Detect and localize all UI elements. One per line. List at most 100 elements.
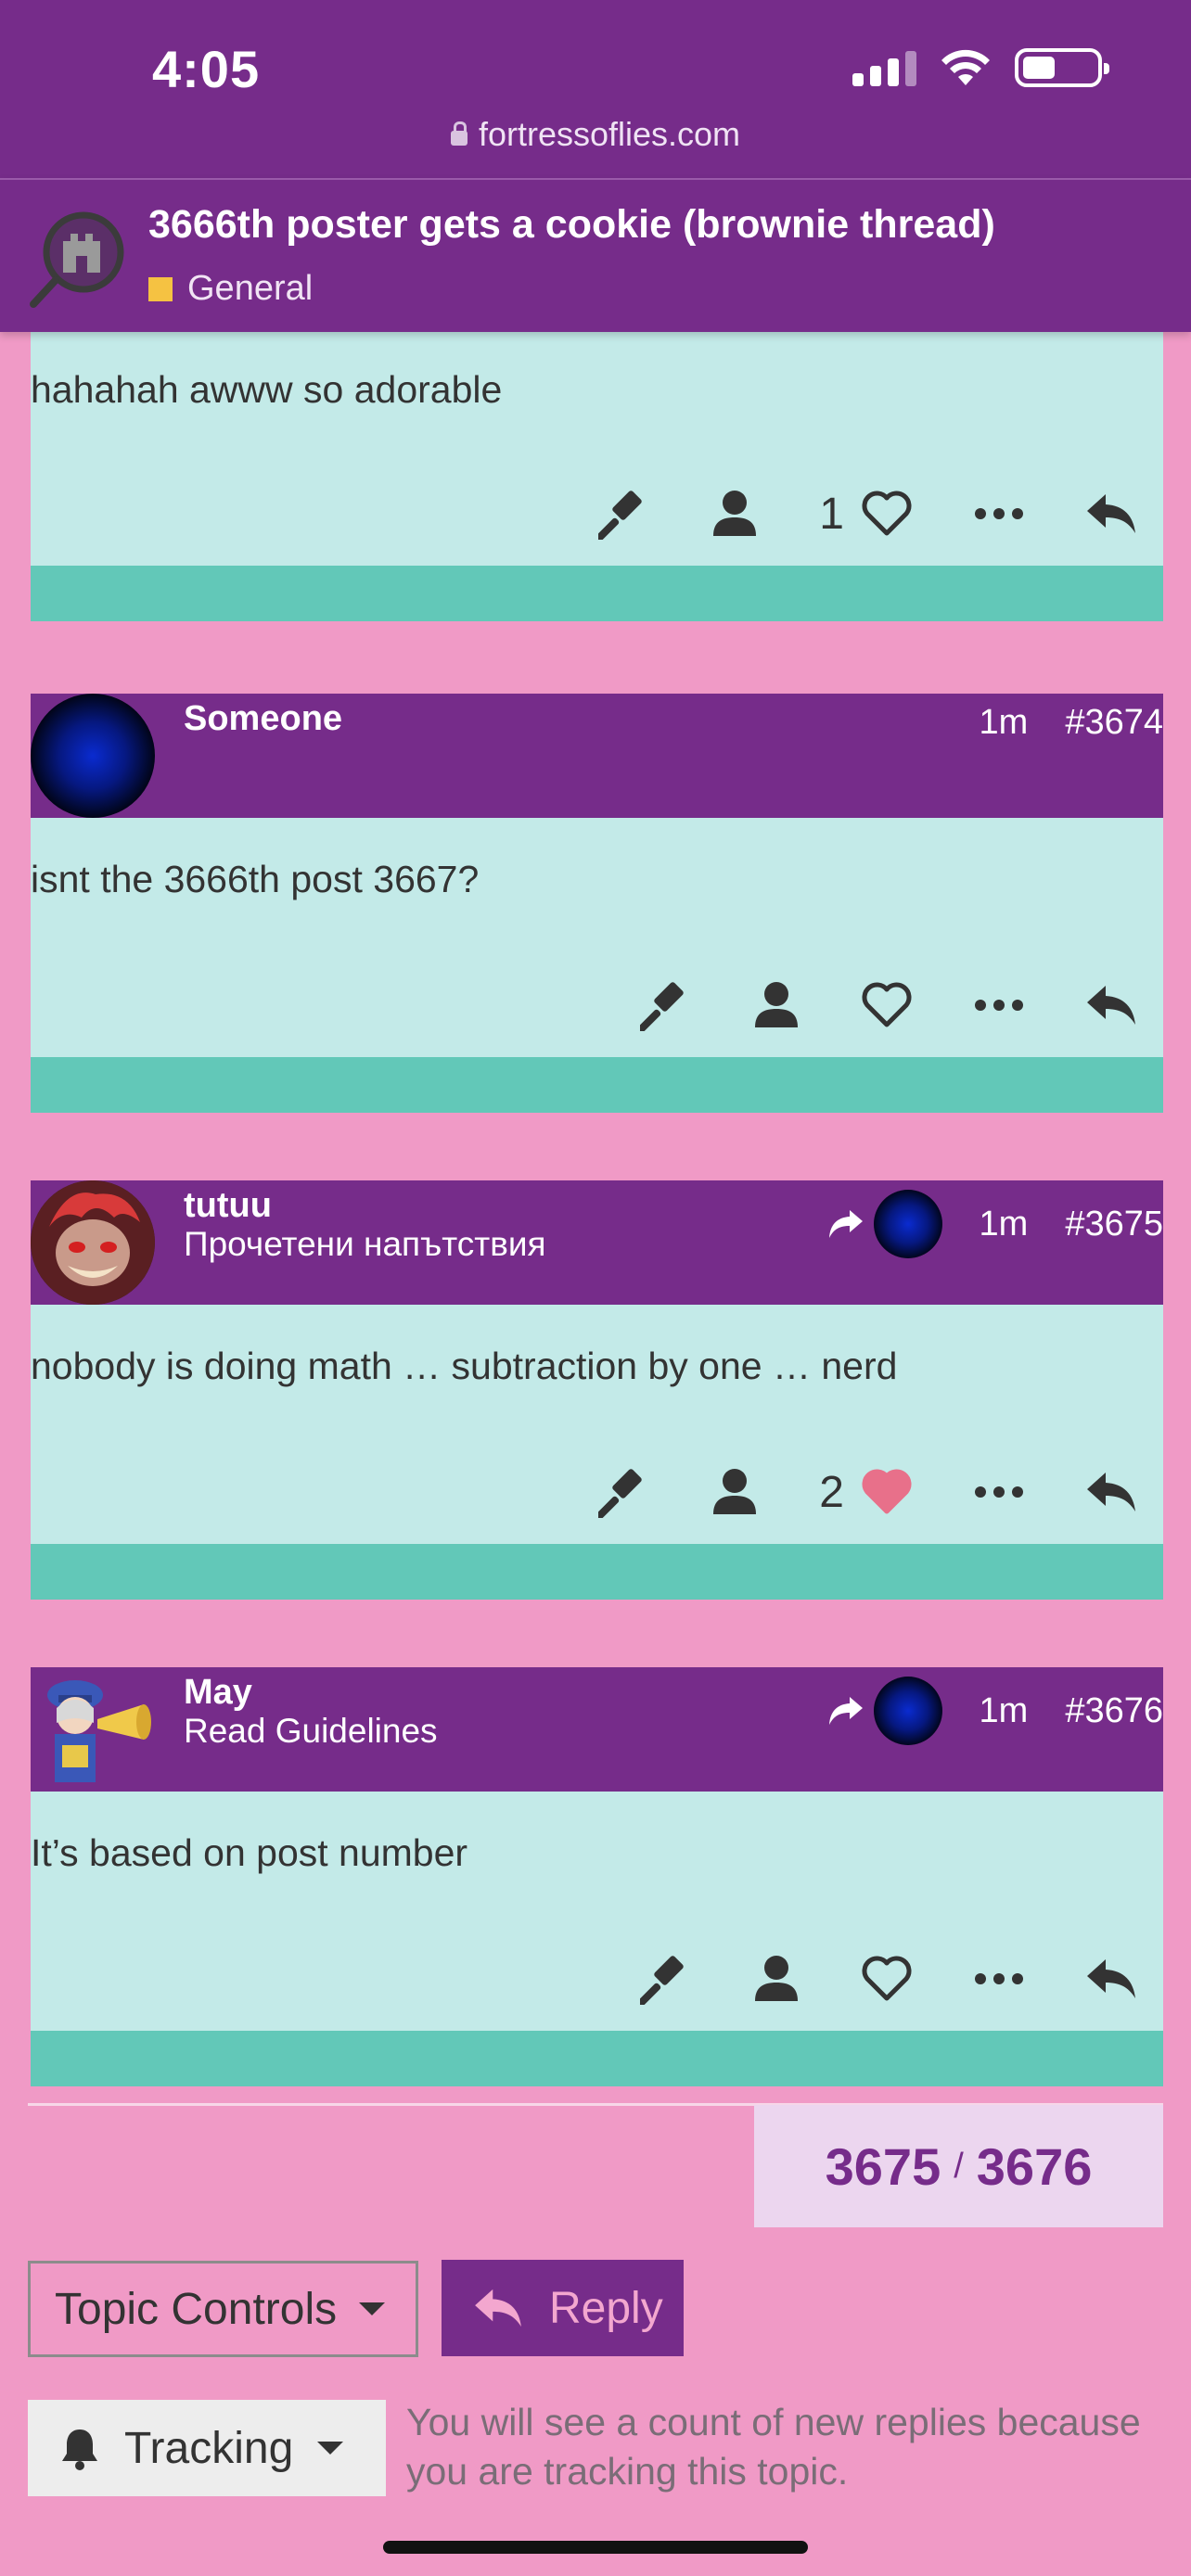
post: hahahah awww so adorable 1 (31, 332, 1163, 621)
wifi-icon (941, 49, 990, 85)
post-body: hahahah awww so adorable 1 (31, 332, 1163, 566)
post-header: May Read Guidelines 1m #3676 (31, 1667, 1163, 1792)
tracking-description: You will see a count of new replies beca… (406, 2401, 1141, 2493)
site-logo-icon[interactable] (28, 206, 132, 310)
post-time[interactable]: 1m (980, 1691, 1029, 1731)
more-icon (975, 1000, 1023, 1011)
reply-button[interactable] (1085, 492, 1137, 535)
address-bar[interactable]: fortressoflies.com (0, 115, 1191, 154)
topic-title[interactable]: 3666th poster gets a cookie (brownie thr… (148, 202, 995, 248)
like-button[interactable]: 1 (819, 489, 913, 540)
more-button[interactable] (974, 999, 1024, 1012)
post-meta: 1m #3675 (827, 1190, 1163, 1258)
heart-icon (862, 491, 912, 536)
reply-to-indicator[interactable] (827, 1677, 942, 1745)
post-number[interactable]: #3675 (1065, 1205, 1163, 1244)
reply-icon (475, 2289, 521, 2327)
more-button[interactable] (974, 1972, 1024, 1985)
gavel-icon (640, 1956, 684, 2005)
post-footer (31, 1057, 1163, 1113)
post-text: hahahah awww so adorable (31, 368, 503, 411)
post-actions (640, 979, 1137, 1031)
user-title: Прочетени напътствия (184, 1225, 546, 1263)
user-icon (755, 982, 798, 1027)
category-swatch (148, 276, 173, 301)
progress-current: 3675 (825, 2136, 941, 2196)
like-button[interactable]: 2 (819, 1467, 913, 1518)
post-number[interactable]: #3676 (1065, 1691, 1163, 1731)
chevron-down-icon (359, 2302, 386, 2315)
reply-button[interactable] (1085, 1471, 1137, 1513)
gavel-icon (598, 1469, 643, 1518)
user-button[interactable] (711, 1468, 758, 1516)
more-button[interactable] (974, 507, 1024, 520)
topic-category[interactable]: General (148, 269, 313, 309)
user-button[interactable] (753, 981, 800, 1029)
admin-button[interactable] (640, 1953, 692, 2005)
notification-level-button[interactable]: Tracking (28, 2400, 386, 2496)
home-indicator (383, 2541, 808, 2554)
post-actions (640, 1953, 1137, 2005)
post-meta: 1m #3676 (827, 1677, 1163, 1745)
username[interactable]: Someone (184, 699, 342, 739)
more-icon (975, 508, 1023, 519)
signal-icon (852, 49, 916, 86)
post-body: nobody is doing math … subtraction by on… (31, 1305, 1163, 1544)
topic-controls-button[interactable]: Topic Controls (28, 2261, 418, 2357)
username[interactable]: May (184, 1673, 252, 1713)
reply-button[interactable] (1085, 1958, 1137, 2000)
topic-header: 3666th poster gets a cookie (brownie thr… (0, 178, 1191, 332)
avatar[interactable] (31, 1667, 155, 1792)
post-time[interactable]: 1m (980, 703, 1029, 743)
status-time: 4:05 (152, 40, 261, 98)
reply-button[interactable] (1085, 984, 1137, 1027)
post-number[interactable]: #3674 (1065, 703, 1163, 743)
post-actions: 1 (598, 488, 1137, 540)
reply-icon (1087, 494, 1135, 533)
progress-total: 3676 (976, 2136, 1093, 2196)
reply-topic-button[interactable]: Reply (442, 2260, 684, 2356)
reply-label: Reply (549, 2283, 663, 2333)
more-button[interactable] (974, 1486, 1024, 1498)
post-footer (31, 1544, 1163, 1600)
progress-separator: / (954, 2146, 964, 2186)
post-time[interactable]: 1m (980, 1205, 1029, 1244)
post-actions: 2 (598, 1466, 1137, 1518)
more-icon (975, 1973, 1023, 1984)
post-footer (31, 566, 1163, 621)
reply-to-avatar (873, 1677, 942, 1745)
post-header: tutuu Прочетени напътствия 1m #3675 (31, 1180, 1163, 1305)
share-icon (828, 1697, 863, 1725)
reply-icon (1087, 1473, 1135, 1511)
tracking-label: Tracking (124, 2423, 294, 2473)
user-button[interactable] (753, 1955, 800, 2003)
post-footer (31, 2031, 1163, 2086)
admin-button[interactable] (640, 979, 692, 1031)
lock-icon (450, 121, 467, 146)
heart-icon (862, 982, 912, 1027)
browser-chrome: 4:05 fortressoflies.com (0, 0, 1191, 178)
post-header: Someone 1m #3674 (31, 694, 1163, 818)
avatar[interactable] (31, 1180, 155, 1305)
reply-to-avatar (873, 1190, 942, 1258)
topic-progress[interactable]: 3675 / 3676 (754, 2105, 1163, 2227)
battery-icon (1015, 48, 1109, 87)
like-button[interactable] (861, 982, 913, 1028)
user-button[interactable] (711, 490, 758, 538)
admin-button[interactable] (598, 488, 650, 540)
url-text: fortressoflies.com (478, 115, 741, 153)
post-text: isnt the 3666th post 3667? (31, 858, 480, 900)
gavel-icon (598, 491, 643, 540)
like-button[interactable] (861, 1956, 913, 2002)
avatar[interactable] (31, 694, 155, 818)
post-meta: 1m #3674 (980, 703, 1163, 743)
bell-icon (62, 2429, 97, 2470)
category-label: General (187, 269, 314, 308)
username[interactable]: tutuu (184, 1186, 272, 1226)
reply-to-indicator[interactable] (827, 1190, 942, 1258)
gavel-icon (640, 982, 684, 1031)
like-count: 1 (819, 489, 844, 539)
user-icon (713, 1469, 757, 1514)
more-icon (975, 1486, 1023, 1498)
admin-button[interactable] (598, 1466, 650, 1518)
